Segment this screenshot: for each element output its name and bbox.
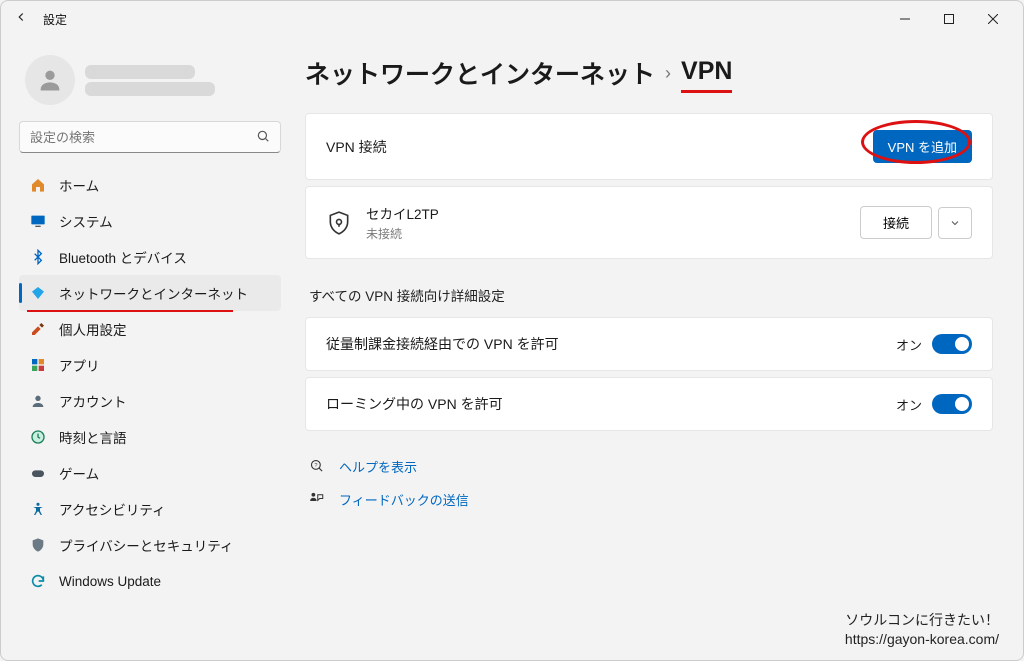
- setting-roaming-vpn: ローミング中の VPN を許可 オン: [305, 377, 993, 431]
- close-button[interactable]: [971, 4, 1015, 34]
- sidebar-item-label: システム: [59, 211, 113, 231]
- sidebar-item-time-language[interactable]: 時刻と言語: [19, 419, 281, 455]
- sidebar-item-accounts[interactable]: アカウント: [19, 383, 281, 419]
- sidebar-item-apps[interactable]: アプリ: [19, 347, 281, 383]
- vpn-connection-row[interactable]: セカイL2TP 未接続 接続: [305, 186, 993, 259]
- window-title: 設定: [43, 11, 67, 28]
- main-content: ネットワークとインターネット › VPN VPN 接続 VPN を追加 セカイL…: [291, 37, 1023, 660]
- vpn-header-label: VPN 接続: [326, 137, 387, 157]
- apps-icon: [29, 356, 47, 374]
- user-account-row[interactable]: [19, 47, 281, 121]
- windows-update-icon: [29, 572, 47, 590]
- connect-button[interactable]: 接続: [860, 206, 932, 239]
- toggle-switch[interactable]: [932, 334, 972, 354]
- sidebar: ホーム システム Bluetooth とデバイス ネットワークとインターネット …: [1, 37, 291, 660]
- sidebar-item-label: ゲーム: [59, 463, 99, 483]
- user-name-redacted: [85, 65, 195, 79]
- sidebar-item-personalization[interactable]: 個人用設定: [19, 311, 281, 347]
- maximize-button[interactable]: [927, 4, 971, 34]
- accounts-icon: [29, 392, 47, 410]
- vpn-connection-name: セカイL2TP: [366, 203, 439, 223]
- sidebar-item-label: アクセシビリティ: [59, 499, 166, 519]
- sidebar-item-label: 時刻と言語: [59, 427, 127, 447]
- feedback-link[interactable]: フィードバックの送信: [309, 490, 993, 509]
- system-icon: [29, 212, 47, 230]
- titlebar: 設定: [1, 1, 1023, 37]
- sidebar-item-label: アカウント: [59, 391, 127, 411]
- toggle-state-text: オン: [896, 395, 922, 414]
- setting-label: ローミング中の VPN を許可: [326, 394, 503, 414]
- sidebar-item-gaming[interactable]: ゲーム: [19, 455, 281, 491]
- feedback-icon: [309, 491, 325, 509]
- search-icon: [256, 129, 270, 146]
- setting-label: 従量制課金接続経由での VPN を許可: [326, 334, 559, 354]
- breadcrumb-current: VPN: [681, 57, 732, 89]
- add-vpn-button[interactable]: VPN を追加: [873, 130, 972, 163]
- chevron-right-icon: ›: [665, 63, 671, 84]
- bluetooth-icon: [29, 248, 47, 266]
- minimize-button[interactable]: [883, 4, 927, 34]
- breadcrumb: ネットワークとインターネット › VPN: [305, 55, 993, 91]
- sidebar-item-accessibility[interactable]: アクセシビリティ: [19, 491, 281, 527]
- sidebar-item-label: ネットワークとインターネット: [59, 283, 248, 303]
- sidebar-item-network[interactable]: ネットワークとインターネット: [19, 275, 281, 311]
- link-label: フィードバックの送信: [339, 490, 469, 509]
- network-icon: [29, 284, 47, 302]
- toggle-state-text: オン: [896, 335, 922, 354]
- toggle-switch[interactable]: [932, 394, 972, 414]
- svg-text:?: ?: [314, 462, 317, 468]
- sidebar-item-label: ホーム: [59, 175, 99, 195]
- search-box[interactable]: [19, 121, 281, 153]
- home-icon: [29, 176, 47, 194]
- avatar: [25, 55, 75, 105]
- link-label: ヘルプを表示: [339, 457, 417, 476]
- time-language-icon: [29, 428, 47, 446]
- sidebar-item-windows-update[interactable]: Windows Update: [19, 563, 281, 599]
- gaming-icon: [29, 464, 47, 482]
- sidebar-item-label: プライバシーとセキュリティ: [59, 535, 233, 555]
- shield-icon: [326, 210, 352, 236]
- personalization-icon: [29, 320, 47, 338]
- sidebar-item-label: Windows Update: [59, 574, 161, 589]
- watermark: ソウルコンに行きたい！ https://gayon-korea.com/: [845, 611, 999, 650]
- advanced-section-title: すべての VPN 接続向け詳細設定: [309, 285, 993, 305]
- setting-metered-vpn: 従量制課金接続経由での VPN を許可 オン: [305, 317, 993, 371]
- vpn-connection-status: 未接続: [366, 225, 439, 242]
- sidebar-item-system[interactable]: システム: [19, 203, 281, 239]
- help-link[interactable]: ? ヘルプを表示: [309, 457, 993, 476]
- privacy-icon: [29, 536, 47, 554]
- search-input[interactable]: [30, 130, 256, 145]
- sidebar-item-label: 個人用設定: [59, 319, 127, 339]
- breadcrumb-parent[interactable]: ネットワークとインターネット: [305, 55, 655, 91]
- user-email-redacted: [85, 82, 215, 96]
- sidebar-item-label: Bluetooth とデバイス: [59, 247, 187, 267]
- sidebar-item-privacy[interactable]: プライバシーとセキュリティ: [19, 527, 281, 563]
- sidebar-item-home[interactable]: ホーム: [19, 167, 281, 203]
- sidebar-item-bluetooth[interactable]: Bluetooth とデバイス: [19, 239, 281, 275]
- help-icon: ?: [309, 458, 325, 476]
- accessibility-icon: [29, 500, 47, 518]
- expand-button[interactable]: [938, 207, 972, 239]
- back-button[interactable]: [9, 10, 33, 28]
- sidebar-item-label: アプリ: [59, 355, 100, 375]
- vpn-connections-header: VPN 接続 VPN を追加: [305, 113, 993, 180]
